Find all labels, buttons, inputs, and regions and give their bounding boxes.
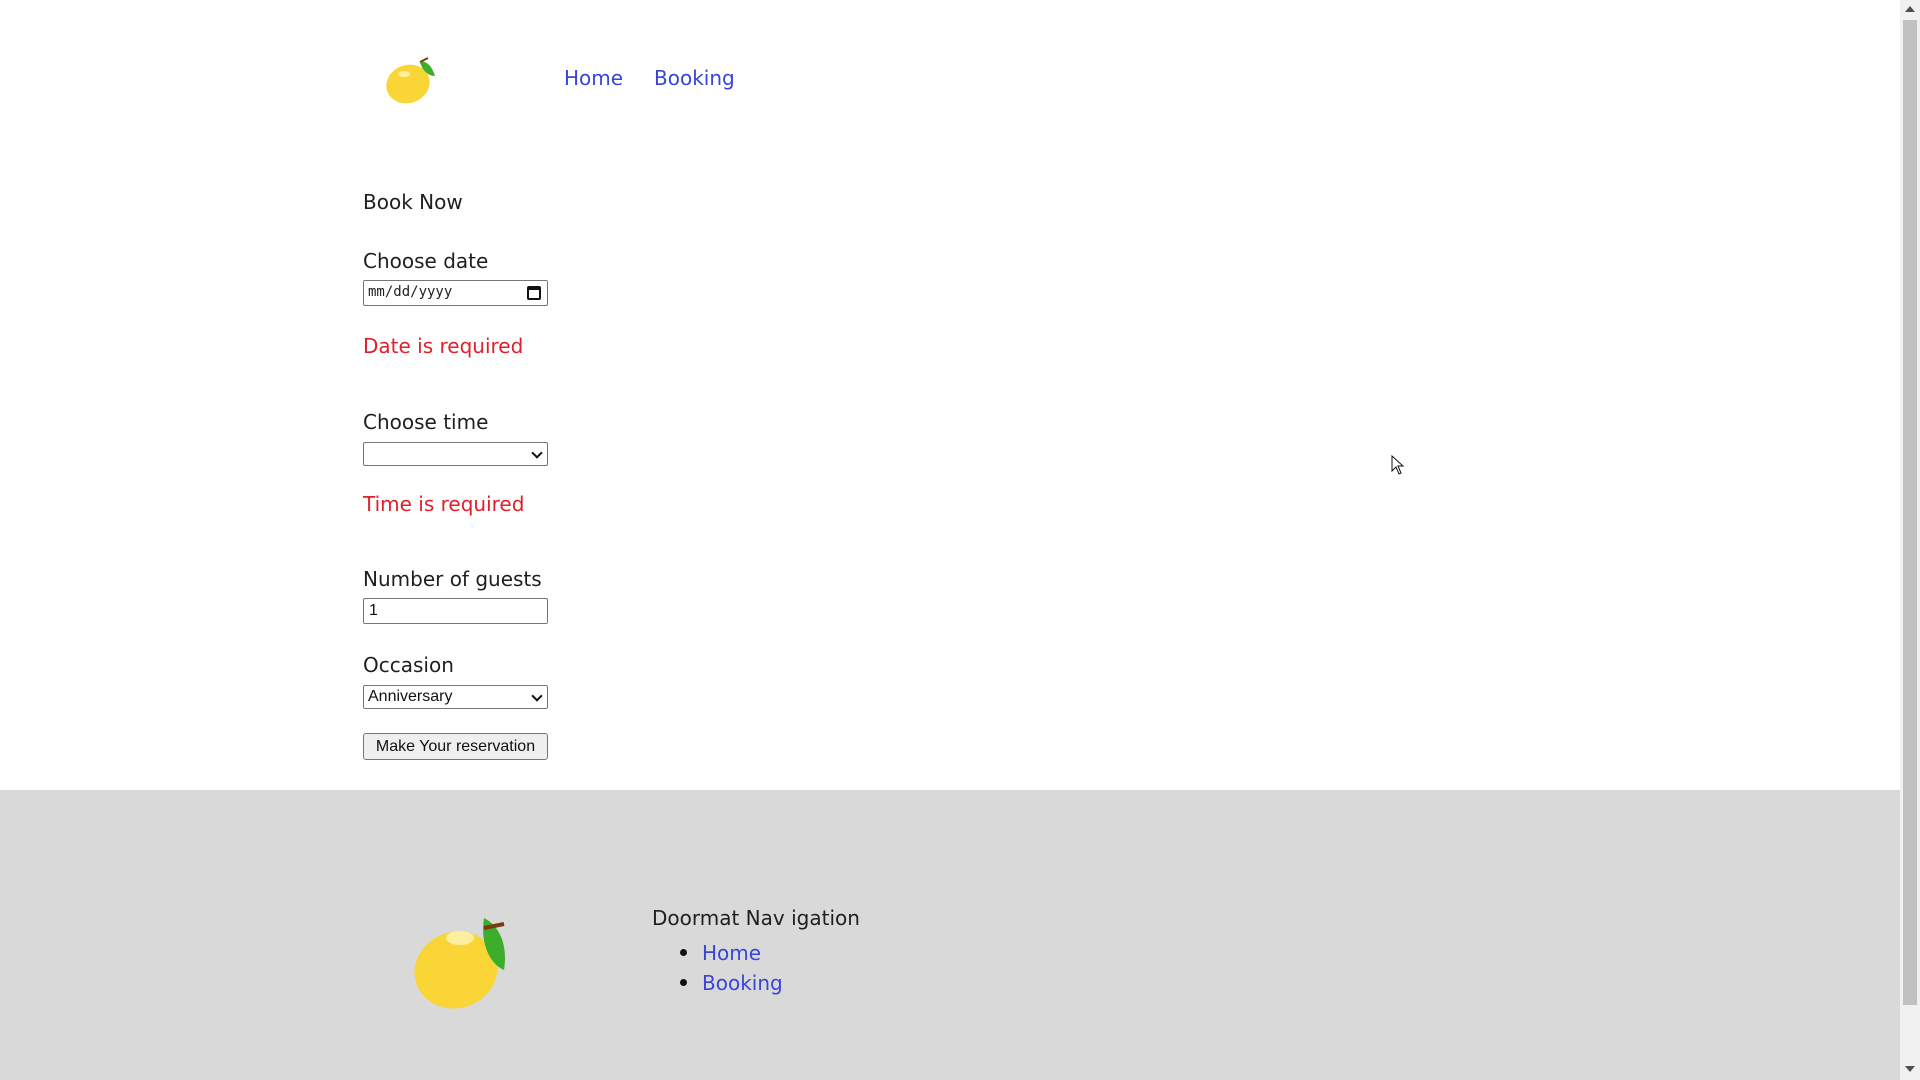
- time-select[interactable]: [363, 442, 548, 466]
- chevron-down-icon: [531, 690, 543, 702]
- doormat-nav-list: Home Booking: [650, 938, 783, 998]
- date-error: Date is required: [363, 334, 524, 358]
- occasion-label: Occasion: [363, 653, 454, 677]
- calendar-icon[interactable]: [527, 286, 541, 300]
- nav-booking-link[interactable]: Booking: [654, 66, 735, 90]
- guests-input[interactable]: 1: [363, 598, 548, 624]
- doormat-title: Doormat Nav igation: [652, 906, 860, 930]
- vertical-scrollbar[interactable]: [1900, 0, 1920, 1080]
- chevron-down-icon: [531, 447, 543, 459]
- scroll-down-icon[interactable]: [1905, 1066, 1915, 1072]
- list-item: Home: [650, 938, 783, 968]
- scroll-up-icon[interactable]: [1905, 6, 1915, 12]
- header: Home Booking: [0, 0, 1900, 160]
- time-error: Time is required: [363, 492, 525, 516]
- footer: Doormat Nav igation Home Booking: [0, 790, 1900, 1080]
- mouse-cursor-icon: [1391, 455, 1405, 475]
- occasion-select-value: Anniversary: [368, 688, 453, 705]
- nav-home-link[interactable]: Home: [564, 66, 623, 90]
- date-input[interactable]: mm/dd/yyyy: [363, 280, 548, 306]
- lemon-logo-icon[interactable]: [404, 910, 524, 1015]
- list-item: Booking: [650, 968, 783, 998]
- occasion-select[interactable]: Anniversary: [363, 685, 548, 709]
- bullet-icon: [680, 979, 687, 986]
- make-reservation-button[interactable]: Make Your reservation: [363, 733, 548, 760]
- doormat-booking-link[interactable]: Booking: [702, 971, 783, 995]
- bullet-icon: [680, 949, 687, 956]
- doormat-home-link[interactable]: Home: [702, 941, 761, 965]
- lemon-logo-icon[interactable]: [380, 50, 444, 106]
- page: Home Booking Book Now Choose date mm/dd/…: [0, 0, 1900, 1080]
- date-label: Choose date: [363, 249, 489, 273]
- form-title: Book Now: [363, 190, 463, 214]
- time-label: Choose time: [363, 410, 489, 434]
- date-placeholder: mm/dd/yyyy: [368, 284, 453, 300]
- guests-label: Number of guests: [363, 567, 542, 591]
- scrollbar-thumb[interactable]: [1903, 20, 1917, 1005]
